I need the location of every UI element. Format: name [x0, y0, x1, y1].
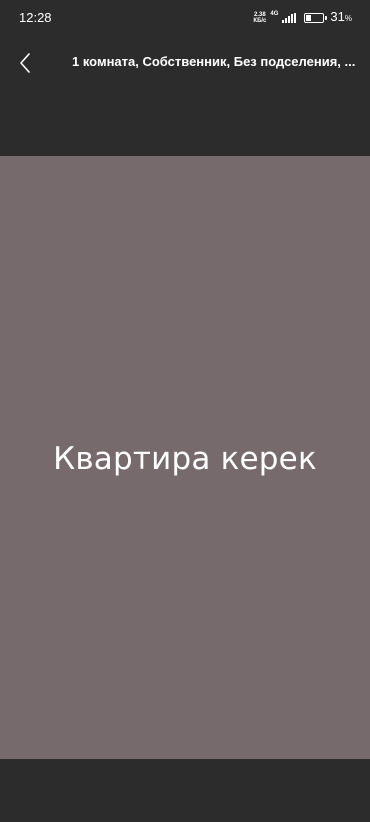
screen: 12:28 2.38 КБ/с 4G 31% 1 комната, Собств… [0, 0, 370, 822]
network-speed-unit: КБ/с [253, 18, 267, 24]
battery-percent: 31% [330, 9, 352, 24]
listing-image-text: Квартира керек [53, 440, 317, 477]
app-bar: 1 комната, Собственник, Без подселения, … [0, 36, 370, 88]
network-speed: 2.38 КБ/с [253, 12, 266, 24]
status-indicators: 2.38 КБ/с 4G 31% [253, 9, 352, 26]
network-type: 4G [270, 11, 279, 17]
signal-icon [282, 13, 297, 23]
listing-title: 1 комната, Собственник, Без подселения, … [72, 54, 356, 69]
battery-icon [304, 13, 327, 23]
back-button[interactable] [10, 48, 40, 78]
status-bar: 12:28 2.38 КБ/с 4G 31% [0, 0, 370, 36]
listing-image[interactable]: Квартира керек [0, 156, 370, 759]
status-time: 12:28 [19, 10, 52, 25]
battery-level [306, 15, 312, 21]
chevron-left-icon [20, 53, 30, 73]
